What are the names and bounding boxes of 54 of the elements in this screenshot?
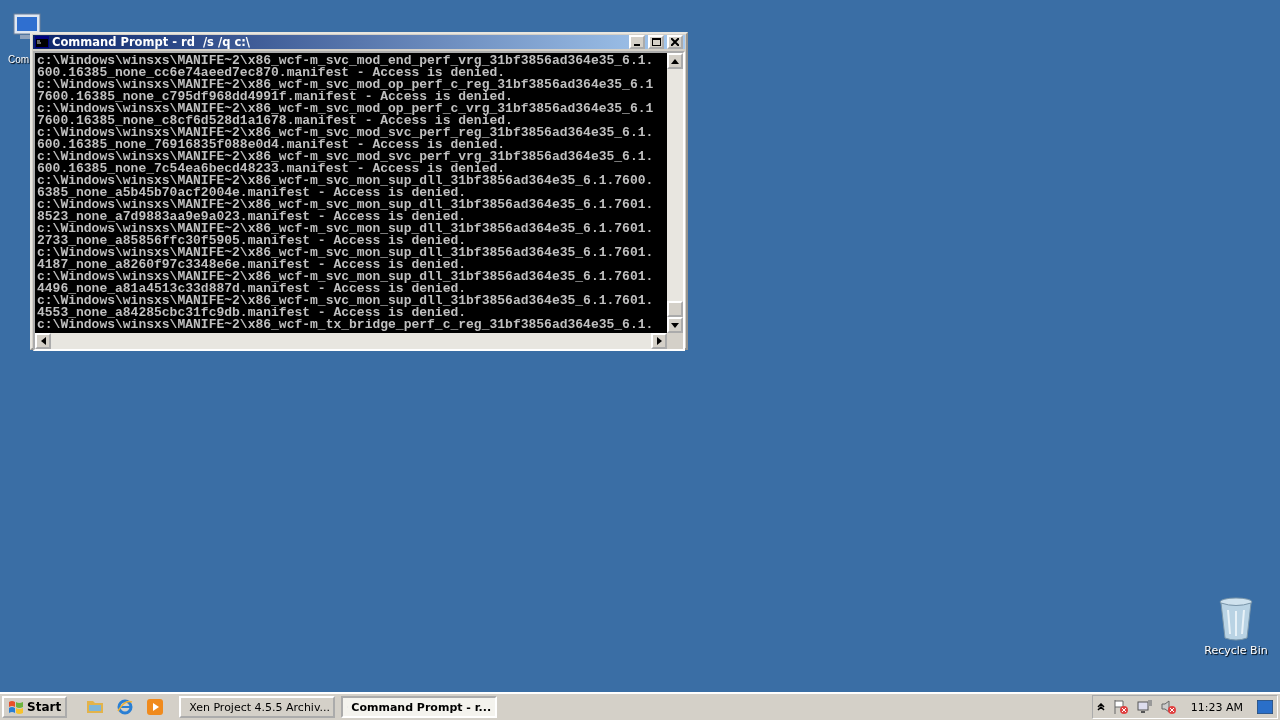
scroll-thumb[interactable] [667, 301, 683, 317]
desktop-icon-label[interactable]: Com [8, 54, 30, 65]
up-arrow-icon [671, 58, 679, 64]
console-line: 600.16385_none_76916835f088e0d4.manifest - Access is denied. [37, 139, 506, 151]
scroll-right-button[interactable] [651, 333, 667, 349]
console-line: 8523_none_a7d9883aa9e9a023.manifest - Access is denied. [37, 211, 467, 223]
clock[interactable]: 11:23 AM [1190, 700, 1243, 714]
window-title: Command Prompt - rd /s /q c:\ [52, 35, 251, 49]
maximize-icon [651, 38, 661, 46]
right-arrow-icon [656, 337, 662, 345]
console-line: c:\Windows\winsxs\MANIFE~2\x86_wcf-m_svc_mon_sup_dll_31bf3856ad364e35_6.1.7601. [37, 199, 655, 211]
console-line: c:\Windows\winsxs\MANIFE~2\x86_wcf-m_svc_mod_svc_perf_vrg_31bf3856ad364e35_6.1. [37, 151, 655, 163]
desktop-icon-label[interactable]: Recycle Bin [1204, 644, 1268, 657]
console-line: c:\Windows\winsxs\MANIFE~2\x86_wcf-m_svc_mon_sup_dll_31bf3856ad364e35_6.1.7601. [37, 223, 655, 235]
console-line: 4187_none_a8260f97c3348e6e.manifest - Access is denied. [37, 259, 467, 271]
console-line: c:\Windows\winsxs\MANIFE~2\x86_wcf-m_svc_mod_op_perf_c_reg_31bf3856ad364e35_6.1 [37, 79, 655, 91]
console-line: c:\Windows\winsxs\MANIFE~2\x86_wcf-m_svc_mon_sup_dll_31bf3856ad364e35_6.1.7601. [37, 295, 655, 307]
console-line: c:\Windows\winsxs\MANIFE~2\x86_wcf-m_svc_mod_op_perf_c_vrg_31bf3856ad364e35_6.1 [37, 103, 655, 115]
close-icon [671, 38, 679, 46]
console-line: 4553_none_a84285cbc31fc9db.manifest - Access is denied. [37, 307, 467, 319]
down-arrow-icon [671, 322, 679, 328]
console-line: 4496_none_a81a4513c33d887d.manifest - Access is denied. [37, 283, 467, 295]
taskbar-button[interactable]: Xen Project 4.5.5 Archiv... [179, 696, 336, 718]
console-line: 7600.16385_none_c8cf6d528d1a1678.manifest - Access is denied. [37, 115, 513, 127]
console-line: c:\Windows\winsxs\MANIFE~2\x86_wcf-m_svc_mod_svc_perf_reg_31bf3856ad364e35_6.1. [37, 127, 655, 139]
recycle-bin-icon [1218, 596, 1254, 642]
console-line: c:\Windows\winsxs\MANIFE~2\x86_wcf-m_svc_mod_end_perf_vrg_31bf3856ad364e35_6.1. [37, 55, 655, 67]
vertical-scrollbar[interactable] [667, 53, 683, 333]
console-line: 600.16385_none_cc6e74aeed7ec870.manifest - Access is denied. [37, 67, 506, 79]
network-icon[interactable] [1136, 699, 1153, 715]
console-line: c:\Windows\winsxs\MANIFE~2\x86_wcf-m_svc_mon_sup_dll_31bf3856ad364e35_6.1.7601. [37, 247, 655, 259]
minimize-button[interactable] [629, 35, 645, 49]
scroll-left-button[interactable] [35, 333, 51, 349]
taskbar-button[interactable]: Command Prompt - r... [341, 696, 498, 718]
console-line: c:\Windows\winsxs\MANIFE~2\x86_wcf-m_svc_mon_sup_dll_31bf3856ad364e35_6.1.7601. [37, 271, 655, 283]
console-line: 6385_none_a5b45b70acf2004e.manifest - Access is denied. [37, 187, 467, 199]
console-line: c:\Windows\winsxs\MANIFE~2\x86_wcf-m_tx_bridge_perf_c_reg_31bf3856ad364e35_6.1. [37, 319, 655, 331]
scroll-up-button[interactable] [667, 53, 683, 69]
horizontal-scrollbar[interactable] [35, 333, 667, 349]
maximize-button[interactable] [648, 35, 664, 49]
flag-icon[interactable] [1112, 699, 1129, 715]
close-button[interactable] [667, 35, 683, 49]
speaker-muted-icon[interactable] [1160, 699, 1177, 715]
windows-logo-icon [8, 700, 24, 714]
scroll-down-button[interactable] [667, 317, 683, 333]
console-line: 7600.16385_none_c795df968dd4991f.manifest - Access is denied. [37, 91, 513, 103]
chevron-up-icon[interactable] [1096, 703, 1105, 711]
browser-icon[interactable] [117, 699, 134, 715]
console-icon [35, 36, 49, 48]
left-arrow-icon [40, 337, 46, 345]
console-line: 600.16385_none_7c54ea6becd48233.manifest - Access is denied. [37, 163, 506, 175]
console-line: 2733_none_a85856ffc30f5905.manifest - Access is denied. [37, 235, 467, 247]
console-line: c:\Windows\winsxs\MANIFE~2\x86_wcf-m_svc_mon_sup_dll_31bf3856ad364e35_6.1.7600. [37, 175, 655, 187]
start-button[interactable]: Start [2, 696, 68, 718]
